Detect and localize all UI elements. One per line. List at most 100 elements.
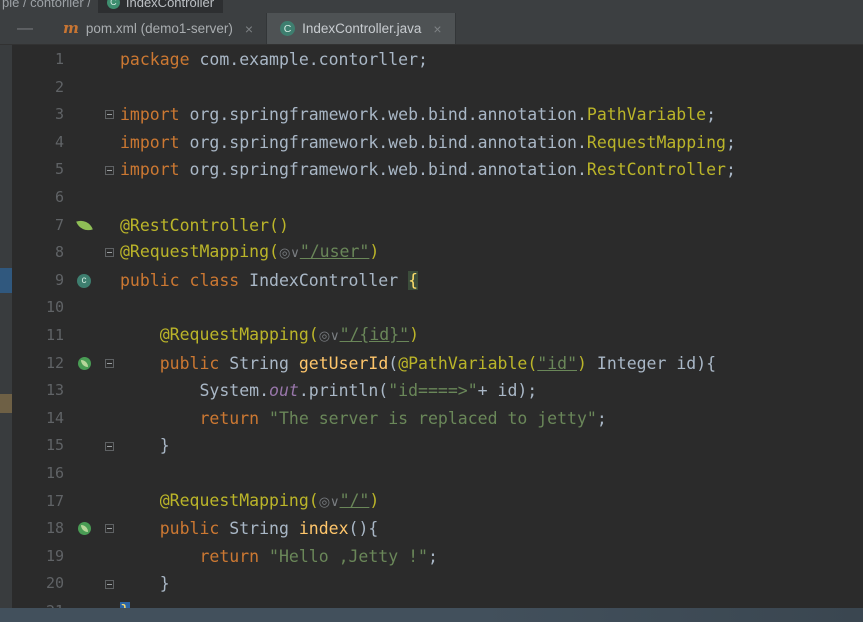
code-text: import org.springframework.web.bind.anno… bbox=[120, 129, 736, 157]
code-line[interactable]: 11 @RequestMapping(◎∨"/{id}") bbox=[0, 322, 863, 350]
line-number[interactable]: 19 bbox=[12, 543, 70, 571]
code-line[interactable]: 2 bbox=[0, 74, 863, 102]
line-number[interactable]: 1 bbox=[12, 46, 70, 74]
tab-indexcontroller-java[interactable]: C IndexController.java × bbox=[267, 13, 456, 44]
close-icon[interactable]: × bbox=[433, 21, 441, 37]
line-number[interactable]: 4 bbox=[12, 129, 70, 157]
code-token: ) bbox=[369, 242, 380, 262]
line-number[interactable]: 14 bbox=[12, 405, 70, 433]
code-editor[interactable]: 1 package com.example.contorller; 2 3 import… bbox=[0, 45, 863, 622]
code-line[interactable]: 14 return "The server is replaced to jet… bbox=[0, 405, 863, 433]
spring-bean-icon[interactable] bbox=[77, 522, 91, 536]
code-line[interactable]: 20 } bbox=[0, 570, 863, 598]
code-line[interactable]: 6 bbox=[0, 184, 863, 212]
line-number[interactable]: 17 bbox=[12, 488, 70, 516]
code-text: @RequestMapping(◎∨"/{id}") bbox=[120, 321, 419, 351]
line-number[interactable]: 5 bbox=[12, 156, 70, 184]
class-icon: C bbox=[106, 0, 120, 9]
code-text: @RequestMapping(◎∨"/user") bbox=[120, 238, 379, 268]
code-line[interactable]: 13 System.out.println("id====>"+ id); bbox=[0, 377, 863, 405]
code-line[interactable]: 8 @RequestMapping(◎∨"/user") bbox=[0, 239, 863, 267]
code-line[interactable]: 17 @RequestMapping(◎∨"/") bbox=[0, 488, 863, 516]
code-token: @PathVariable( bbox=[398, 353, 538, 373]
tab-bar-dash-icon[interactable]: — bbox=[0, 13, 50, 44]
code-token: ; bbox=[427, 546, 438, 566]
code-line[interactable]: 5 import org.springframework.web.bind.ann… bbox=[0, 156, 863, 184]
code-line[interactable]: 10 bbox=[0, 294, 863, 322]
bottom-panel-edge[interactable] bbox=[0, 608, 863, 622]
url-mapping-link[interactable]: "id" bbox=[537, 354, 577, 373]
code-text: } bbox=[120, 570, 170, 598]
fold-marker[interactable] bbox=[104, 441, 114, 451]
breadcrumb[interactable]: ple / contorller / bbox=[2, 0, 91, 10]
code-line[interactable]: 1 package com.example.contorller; bbox=[0, 46, 863, 74]
spring-leaf-icon[interactable] bbox=[75, 217, 93, 234]
line-number[interactable]: 18 bbox=[12, 515, 70, 543]
line-number[interactable]: 16 bbox=[12, 460, 70, 488]
line-number[interactable]: 10 bbox=[12, 294, 70, 322]
line-number[interactable]: 6 bbox=[12, 184, 70, 212]
left-tool-stripe bbox=[0, 45, 12, 608]
line-number[interactable]: 11 bbox=[12, 322, 70, 350]
breadcrumb-current-item[interactable]: C IndexController bbox=[97, 0, 224, 13]
code-token: org.springframework.web.bind.annotation. bbox=[179, 132, 587, 152]
code-text: @RestController() bbox=[120, 212, 289, 240]
code-token: + id); bbox=[477, 381, 538, 401]
line-number[interactable]: 15 bbox=[12, 432, 70, 460]
code-text: return "Hello ,Jetty !"; bbox=[120, 543, 438, 571]
code-line[interactable]: 3 import org.springframework.web.bind.ann… bbox=[0, 101, 863, 129]
code-text: public class IndexController { bbox=[120, 267, 419, 295]
code-line[interactable]: 4 import org.springframework.web.bind.ann… bbox=[0, 129, 863, 157]
url-mapping-link[interactable]: "/user" bbox=[300, 242, 370, 261]
line-number[interactable]: 3 bbox=[12, 101, 70, 129]
code-token: { bbox=[408, 270, 419, 290]
code-token: "Hello ,Jetty !" bbox=[269, 546, 428, 566]
editor-tab-bar: — m pom.xml (demo1-server) × C IndexCont… bbox=[0, 13, 863, 45]
ide-window: ple / contorller / C IndexController — m… bbox=[0, 0, 863, 622]
fold-marker[interactable] bbox=[104, 110, 114, 120]
fold-marker[interactable] bbox=[104, 165, 114, 175]
line-number[interactable]: 7 bbox=[12, 212, 70, 240]
fold-marker[interactable] bbox=[104, 248, 114, 258]
code-token: RestController bbox=[586, 160, 726, 180]
fold-marker[interactable] bbox=[104, 524, 114, 534]
code-line[interactable]: 9 c public class IndexController { bbox=[0, 267, 863, 295]
maven-icon: m bbox=[63, 19, 79, 37]
fold-marker[interactable] bbox=[104, 579, 114, 589]
line-number[interactable]: 2 bbox=[12, 74, 70, 102]
line-number[interactable]: 12 bbox=[12, 350, 70, 378]
tab-pom-xml[interactable]: m pom.xml (demo1-server) × bbox=[50, 13, 268, 44]
code-token: String bbox=[219, 353, 299, 373]
code-token: RequestMapping bbox=[586, 132, 726, 152]
class-icon[interactable]: c bbox=[77, 273, 91, 288]
code-text: @RequestMapping(◎∨"/") bbox=[120, 487, 380, 517]
line-number[interactable]: 13 bbox=[12, 377, 70, 405]
line-number[interactable]: 9 bbox=[12, 267, 70, 295]
code-token: import bbox=[120, 160, 180, 180]
code-line[interactable]: 12 public String getUserId(@PathVariable… bbox=[0, 350, 863, 378]
code-line[interactable]: 16 bbox=[0, 460, 863, 488]
code-token: String bbox=[219, 519, 299, 539]
breadcrumb-bar: ple / contorller / C IndexController bbox=[0, 0, 863, 13]
code-line[interactable]: 15 } bbox=[0, 432, 863, 460]
tool-stripe-mark bbox=[0, 394, 12, 413]
code-token: ; bbox=[596, 408, 607, 428]
close-icon[interactable]: × bbox=[245, 21, 253, 37]
url-mapping-link[interactable]: "/{id}" bbox=[340, 325, 410, 344]
line-number[interactable]: 20 bbox=[12, 570, 70, 598]
code-token: ( bbox=[388, 353, 399, 373]
spring-bean-icon[interactable] bbox=[77, 356, 91, 370]
code-token: public bbox=[159, 519, 220, 539]
code-line[interactable]: 19 return "Hello ,Jetty !"; bbox=[0, 543, 863, 571]
code-line[interactable]: 18 public String index(){ bbox=[0, 515, 863, 543]
fold-marker[interactable] bbox=[104, 358, 114, 368]
code-token: import bbox=[120, 105, 180, 125]
url-mapping-link[interactable]: "/" bbox=[340, 491, 370, 510]
code-line[interactable]: 7 @RestController() bbox=[0, 212, 863, 240]
code-token: ) bbox=[409, 324, 420, 344]
line-number[interactable]: 8 bbox=[12, 239, 70, 267]
